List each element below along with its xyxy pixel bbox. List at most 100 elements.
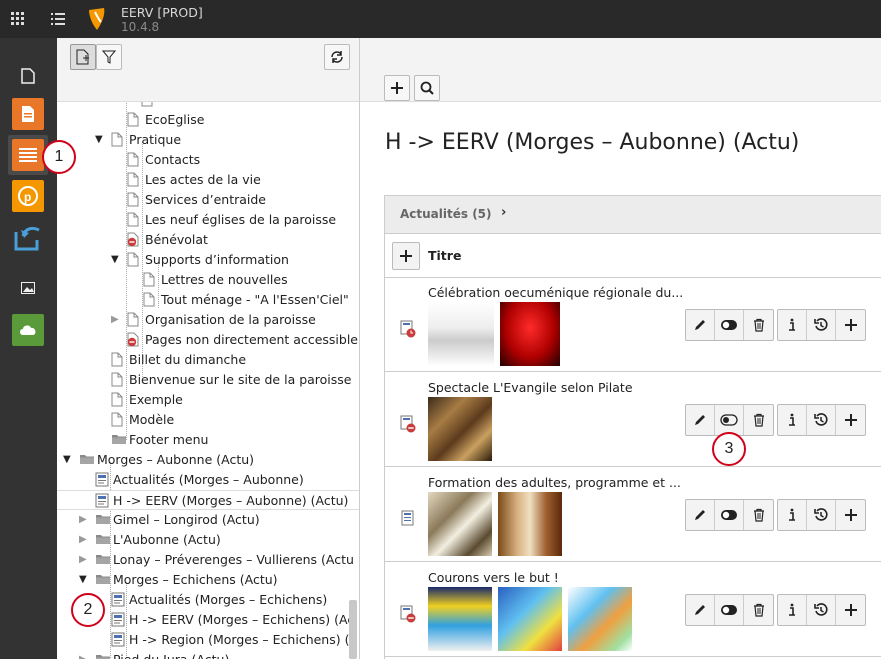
caret-right-icon[interactable]: ▶ [79, 650, 91, 659]
news-icon[interactable] [400, 510, 416, 528]
record-title[interactable]: Formation des adultes, programme et ... [428, 475, 681, 490]
hide-toggle-button[interactable] [715, 310, 744, 340]
caret-right-icon[interactable]: ▶ [79, 510, 91, 530]
edit-button[interactable] [686, 500, 715, 530]
record-action-group [685, 309, 774, 341]
filter-button[interactable] [96, 44, 122, 70]
caret-right-icon[interactable]: ▶ [79, 550, 91, 570]
new-after-button[interactable] [836, 405, 865, 435]
refresh-tree-button[interactable] [324, 44, 350, 70]
new-after-button[interactable] [836, 310, 865, 340]
hide-toggle-button[interactable] [715, 405, 744, 435]
typo3-logo-icon[interactable] [86, 6, 108, 32]
tree-node[interactable]: ▼ Morges – Aubonne (Actu) [57, 450, 360, 470]
new-page-button[interactable] [70, 44, 96, 70]
new-after-button[interactable] [836, 595, 865, 625]
caret-down-icon[interactable]: ▼ [79, 570, 91, 590]
page-orange-module-icon[interactable] [12, 98, 44, 130]
record-thumbnail[interactable] [500, 302, 560, 366]
tree-node[interactable]: Bienvenue sur le site de la paroisse [57, 370, 360, 390]
page-icon [127, 312, 141, 328]
publish-module-icon[interactable]: p [12, 180, 44, 212]
folder-icon [95, 572, 110, 588]
tree-node[interactable]: EcoEglise [57, 110, 360, 130]
record-title[interactable]: Célébration oecuménique régionale du... [428, 285, 683, 300]
tree-node[interactable]: Billet du dimanche [57, 350, 360, 370]
scheduler-module-icon[interactable] [12, 314, 44, 346]
delete-button[interactable] [744, 310, 773, 340]
tree-node[interactable]: Bénévolat [57, 230, 360, 250]
news-restricted-icon[interactable] [400, 415, 416, 433]
history-button[interactable] [807, 310, 836, 340]
history-button[interactable] [807, 405, 836, 435]
record-thumbnail[interactable] [568, 587, 632, 651]
history-button[interactable] [807, 595, 836, 625]
new-after-button[interactable] [836, 500, 865, 530]
panel-header[interactable]: Actualités (5) › [385, 196, 881, 234]
news-restricted-icon[interactable] [400, 605, 416, 623]
add-record-button[interactable] [392, 242, 420, 270]
record-title[interactable]: Spectacle L'Evangile selon Pilate [428, 380, 633, 395]
tree-node[interactable]: H -> EERV (Morges – Aubonne) (Actu) [57, 490, 360, 510]
tree-node[interactable]: ▼ Supports d’information [57, 250, 360, 270]
caret-right-icon[interactable]: ▶ [111, 310, 123, 330]
page-icon [127, 152, 141, 168]
tree-node[interactable]: H -> Region (Morges – Echichens) ( [57, 630, 360, 650]
record-thumbnail[interactable] [498, 587, 562, 651]
tree-node[interactable]: Les neuf églises de la paroisse [57, 210, 360, 230]
tree-node[interactable]: Tout ménage - "A l'Essen'Ciel" [57, 290, 360, 310]
tree-node[interactable]: ▶ Gimel – Longirod (Actu) [57, 510, 360, 530]
apps-grid-icon[interactable] [0, 0, 36, 38]
tree-scrollbar[interactable] [349, 600, 357, 659]
edit-button[interactable] [686, 405, 715, 435]
info-button[interactable] [778, 405, 807, 435]
record-thumbnail[interactable] [428, 302, 494, 366]
caret-down-icon[interactable]: ▼ [111, 250, 123, 270]
tree-node[interactable]: ▶ Pied du Jura (Actu) [57, 650, 360, 659]
record-info-group [777, 404, 866, 436]
page-module-icon[interactable] [12, 60, 44, 92]
module-list-icon[interactable] [40, 0, 76, 38]
tree-node[interactable]: Services d’entraide [57, 190, 360, 210]
tree-node[interactable]: ▶ Organisation de la paroisse [57, 310, 360, 330]
record-title[interactable]: Courons vers le but ! [428, 570, 559, 585]
record-thumbnail[interactable] [428, 587, 492, 651]
caret-right-icon[interactable]: ▶ [79, 530, 91, 550]
column-title[interactable]: Titre [428, 248, 461, 263]
import-export-icon[interactable] [12, 221, 44, 253]
record-thumbnail[interactable] [498, 492, 562, 556]
new-record-button[interactable] [384, 75, 410, 101]
news-scheduled-icon[interactable] [400, 320, 416, 338]
search-button[interactable] [414, 75, 440, 101]
edit-button[interactable] [686, 595, 715, 625]
record-thumbnail[interactable] [428, 492, 492, 556]
history-button[interactable] [807, 500, 836, 530]
tree-node[interactable]: ▶ L'Aubonne (Actu) [57, 530, 360, 550]
tree-node[interactable]: Exemple [57, 390, 360, 410]
tree-node[interactable]: Footer menu [57, 430, 360, 450]
chevron-right-icon[interactable]: › [501, 205, 506, 220]
delete-button[interactable] [744, 500, 773, 530]
edit-button[interactable] [686, 310, 715, 340]
record-thumbnail[interactable] [428, 397, 492, 461]
delete-button[interactable] [744, 595, 773, 625]
media-module-icon[interactable] [12, 272, 44, 304]
tree-node[interactable]: Lettres de nouvelles [57, 270, 360, 290]
tree-node[interactable]: Modèle [57, 410, 360, 430]
hide-toggle-button[interactable] [715, 500, 744, 530]
info-button[interactable] [778, 500, 807, 530]
tree-node[interactable]: Les actes de la vie [57, 170, 360, 190]
record-row: Spectacle L'Evangile selon Pilate [385, 373, 881, 467]
delete-button[interactable] [744, 405, 773, 435]
info-button[interactable] [778, 310, 807, 340]
tree-node[interactable]: Actualités (Morges – Aubonne) [57, 470, 360, 490]
tree-node[interactable]: ▶ Lonay – Préverenges – Vullierens (Actu [57, 550, 360, 570]
tree-node[interactable]: Contacts [57, 150, 360, 170]
info-button[interactable] [778, 595, 807, 625]
tree-node[interactable]: ▼ Morges – Echichens (Actu) [57, 570, 360, 590]
caret-down-icon[interactable]: ▼ [95, 130, 107, 150]
tree-node[interactable]: ▼ Pratique [57, 130, 360, 150]
caret-down-icon[interactable]: ▼ [63, 450, 75, 470]
tree-node[interactable]: Pages non directement accessible [57, 330, 360, 350]
hide-toggle-button[interactable] [715, 595, 744, 625]
